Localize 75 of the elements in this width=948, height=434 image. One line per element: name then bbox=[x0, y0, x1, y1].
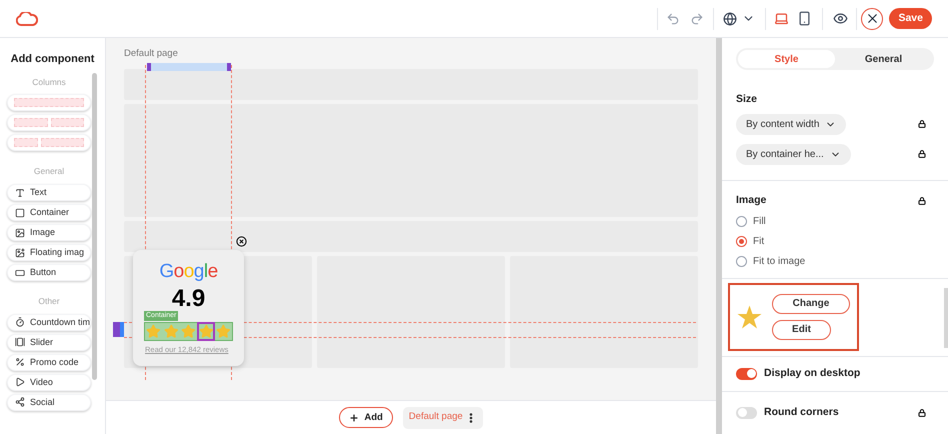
mobile-view-icon[interactable] bbox=[797, 11, 812, 26]
resize-handle[interactable] bbox=[113, 322, 124, 337]
component-item[interactable]: Image bbox=[7, 224, 91, 241]
timer-icon bbox=[15, 317, 25, 328]
lock-icon[interactable] bbox=[918, 120, 926, 128]
button-icon bbox=[15, 268, 25, 278]
columns-preset[interactable] bbox=[7, 114, 91, 132]
widget-logo: Google bbox=[159, 261, 218, 283]
undo-icon[interactable] bbox=[666, 12, 680, 26]
slider-icon bbox=[15, 337, 25, 348]
star-rating[interactable] bbox=[144, 322, 233, 341]
save-button[interactable]: Save bbox=[889, 8, 932, 29]
globe-icon[interactable] bbox=[723, 12, 738, 26]
star-icon bbox=[164, 324, 178, 339]
component-item[interactable]: Social bbox=[7, 394, 91, 411]
star-icon bbox=[181, 324, 196, 339]
rating-value: 4.9 bbox=[172, 287, 206, 311]
section-title: Image bbox=[736, 192, 766, 208]
component-item[interactable]: Button bbox=[7, 264, 91, 281]
panel-tab[interactable]: Style bbox=[738, 50, 835, 68]
toggle-label: Round corners bbox=[764, 405, 840, 420]
selection-bar[interactable] bbox=[147, 63, 231, 71]
desktop-view-icon[interactable] bbox=[774, 11, 790, 26]
component-item[interactable]: Container bbox=[7, 204, 91, 221]
image-action-button[interactable]: Edit bbox=[772, 320, 831, 340]
sidebar-title: Add component bbox=[10, 52, 96, 67]
section-title: Size bbox=[736, 92, 758, 107]
redo-icon[interactable] bbox=[690, 12, 704, 26]
close-icon[interactable] bbox=[236, 236, 247, 247]
scrollbar[interactable] bbox=[92, 73, 97, 380]
page-label: Default page bbox=[124, 47, 179, 61]
component-item[interactable]: Floating imag bbox=[7, 244, 91, 261]
radio-option[interactable]: Fit to image bbox=[736, 254, 806, 268]
toggle-switch[interactable] bbox=[736, 368, 757, 380]
component-item[interactable]: Text bbox=[7, 184, 91, 201]
video-icon bbox=[15, 377, 25, 388]
columns-preset[interactable] bbox=[7, 134, 91, 152]
size-select[interactable]: By container he... bbox=[736, 144, 851, 165]
image-icon bbox=[15, 228, 25, 238]
component-item[interactable]: Video bbox=[7, 374, 91, 391]
star-icon bbox=[216, 324, 231, 339]
radio-option[interactable]: Fit bbox=[736, 234, 764, 248]
columns-preset[interactable] bbox=[7, 94, 91, 112]
preview-icon[interactable] bbox=[833, 11, 848, 26]
scrollbar[interactable] bbox=[944, 288, 948, 348]
component-item[interactable]: Slider bbox=[7, 334, 91, 351]
radio-button[interactable] bbox=[736, 256, 747, 266]
component-item[interactable]: Promo code bbox=[7, 354, 91, 371]
plus-icon bbox=[349, 412, 360, 422]
scrollbar[interactable] bbox=[716, 38, 722, 434]
floating-image-icon bbox=[15, 248, 25, 258]
close-button[interactable] bbox=[861, 8, 884, 30]
section-title: General bbox=[32, 165, 66, 178]
radio-option[interactable]: Fill bbox=[736, 214, 766, 228]
image-action-button[interactable]: Change bbox=[772, 294, 850, 314]
size-select[interactable]: By content width bbox=[736, 114, 846, 135]
lock-icon[interactable] bbox=[918, 408, 926, 417]
radio-button[interactable] bbox=[736, 216, 747, 226]
add-button[interactable]: Add bbox=[339, 407, 393, 428]
radio-button[interactable] bbox=[736, 236, 747, 246]
star-icon bbox=[146, 324, 161, 339]
lock-icon[interactable] bbox=[918, 150, 926, 158]
star-icon bbox=[198, 324, 214, 339]
section-title: Other bbox=[37, 295, 61, 308]
social-icon bbox=[15, 397, 25, 408]
toggle-switch[interactable] bbox=[736, 406, 757, 419]
component-item[interactable]: Countdown tim bbox=[7, 314, 91, 331]
container-icon bbox=[15, 208, 25, 218]
text-icon bbox=[15, 188, 25, 198]
toggle-label: Display on desktop bbox=[764, 366, 862, 381]
cloud-logo-icon[interactable] bbox=[16, 12, 38, 26]
section-title: Columns bbox=[31, 76, 67, 88]
promo-icon bbox=[15, 357, 25, 368]
panel-tab[interactable]: General bbox=[835, 50, 932, 68]
lock-icon[interactable] bbox=[918, 196, 926, 205]
